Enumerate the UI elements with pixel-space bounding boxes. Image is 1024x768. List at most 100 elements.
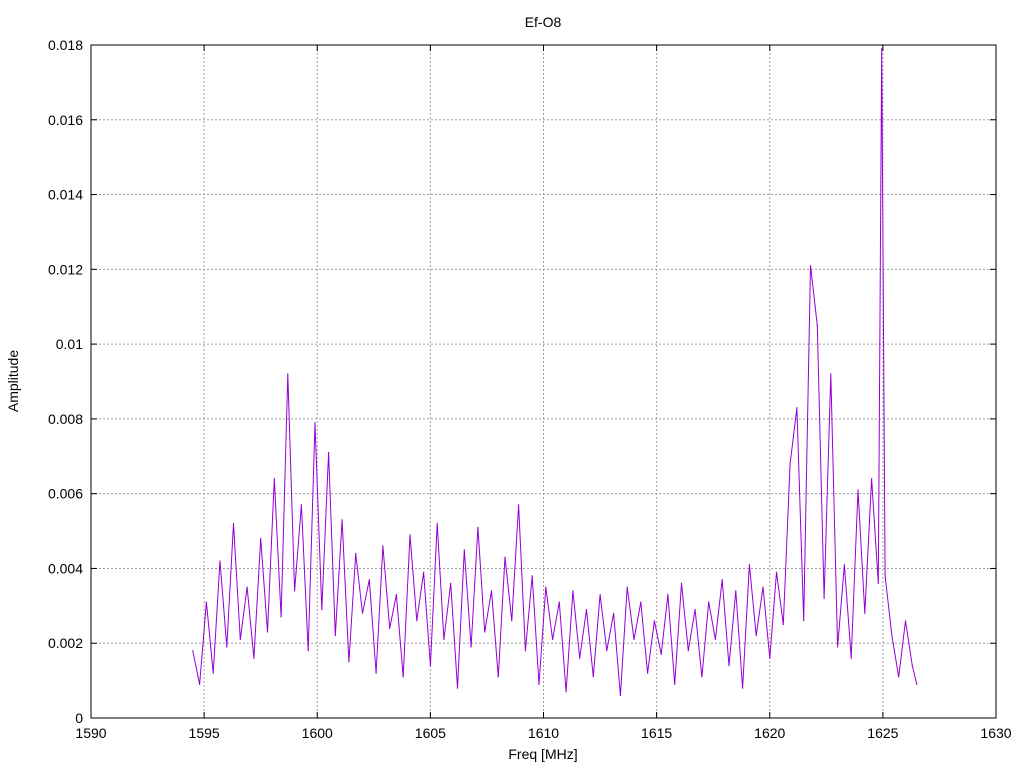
x-tick-label: 1625 [867,725,898,741]
data-point [891,635,893,637]
data-point [443,638,445,641]
chart-container: 1590 1595 1600 1605 1610 1615 1620 1625 1630 0 0.0… [0,0,1024,768]
data-point [552,638,554,641]
data-point [660,653,662,656]
x-axis-title: Freq [MHz] [508,746,577,762]
data-point [916,683,918,686]
data-point [830,373,832,375]
data-point [708,601,710,603]
data-point [613,612,615,614]
data-point [436,523,438,525]
data-point [735,590,737,592]
data-point [402,676,404,678]
data-point [260,537,262,540]
data-point [361,612,364,614]
data-point [341,519,343,521]
data-point [592,676,594,678]
data-point [633,638,635,641]
data-point [626,586,628,588]
y-tick-label: 0.006 [48,486,83,502]
x-tick-label: 1590 [75,725,106,741]
x-tick-label: 1605 [415,725,446,741]
data-point [307,650,309,652]
data-point [239,638,241,641]
data-point [904,620,907,622]
data-point [714,638,717,641]
data-point [857,489,859,491]
data-point [497,676,499,678]
data-point [511,620,513,622]
data-point [395,594,397,596]
y-axis-title: Amplitude [5,350,21,412]
data-point [246,586,248,588]
plot-svg: 1590 1595 1600 1605 1610 1615 1620 1625 1630 0 0.0… [5,14,1012,762]
data-point [640,601,642,603]
data-point [334,635,336,637]
data-point [477,526,479,528]
data-point [823,597,825,600]
data-point [389,627,391,629]
x-tick-label: 1615 [641,725,672,741]
data-point [253,657,255,659]
x-tick-label: 1620 [754,725,785,741]
x-tick-label: 1595 [189,725,220,741]
data-point [796,407,798,409]
data-point [429,665,431,667]
data-point [348,661,350,663]
data-point [463,549,465,551]
data-point [674,683,676,686]
data-point [423,571,425,573]
data-point [748,564,751,566]
data-point [721,579,723,581]
data-point [884,575,886,577]
data-point [368,579,370,581]
data-point [504,556,506,558]
data-point [219,560,221,562]
y-tick-label: 0.01 [56,336,83,352]
data-point [606,650,608,652]
data-point [205,601,207,603]
data-point [524,650,527,652]
data-point [789,463,791,465]
data-point [328,451,330,454]
x-tick-label: 1600 [302,725,333,741]
data-point [280,616,282,618]
data-point [416,620,418,622]
x-tick-label: 1610 [528,725,559,741]
data-point [803,620,805,622]
data-point [687,650,689,652]
data-point [565,691,567,693]
data-point [294,590,296,592]
data-point [273,478,275,480]
data-point [599,594,601,596]
data-point [300,504,302,506]
data-point [742,687,744,689]
data-point [531,575,533,577]
data-point [647,672,649,674]
data-point [769,657,771,659]
data-point [518,504,520,506]
data-point [375,672,377,674]
data-point [809,265,812,267]
data-point [775,571,778,573]
data-point [484,631,486,633]
data-point [266,631,269,633]
data-point [619,695,622,697]
series-layer [192,48,918,697]
data-point [843,564,846,566]
data-point [816,324,818,326]
y-tick-label: 0.016 [48,112,83,128]
data-point [545,586,547,588]
data-point [881,48,883,50]
data-point [864,612,866,614]
data-point [579,657,581,659]
data-point [755,635,757,637]
ticks-layer: 1590 1595 1600 1605 1610 1615 1620 1625 1630 0 0.0… [48,37,1012,741]
series-line-0 [192,48,918,696]
data-point [782,623,784,626]
y-tick-label: 0.004 [48,560,83,576]
data-point [490,590,493,592]
y-tick-label: 0.008 [48,411,83,427]
data-point [871,478,873,480]
data-point [192,650,194,652]
